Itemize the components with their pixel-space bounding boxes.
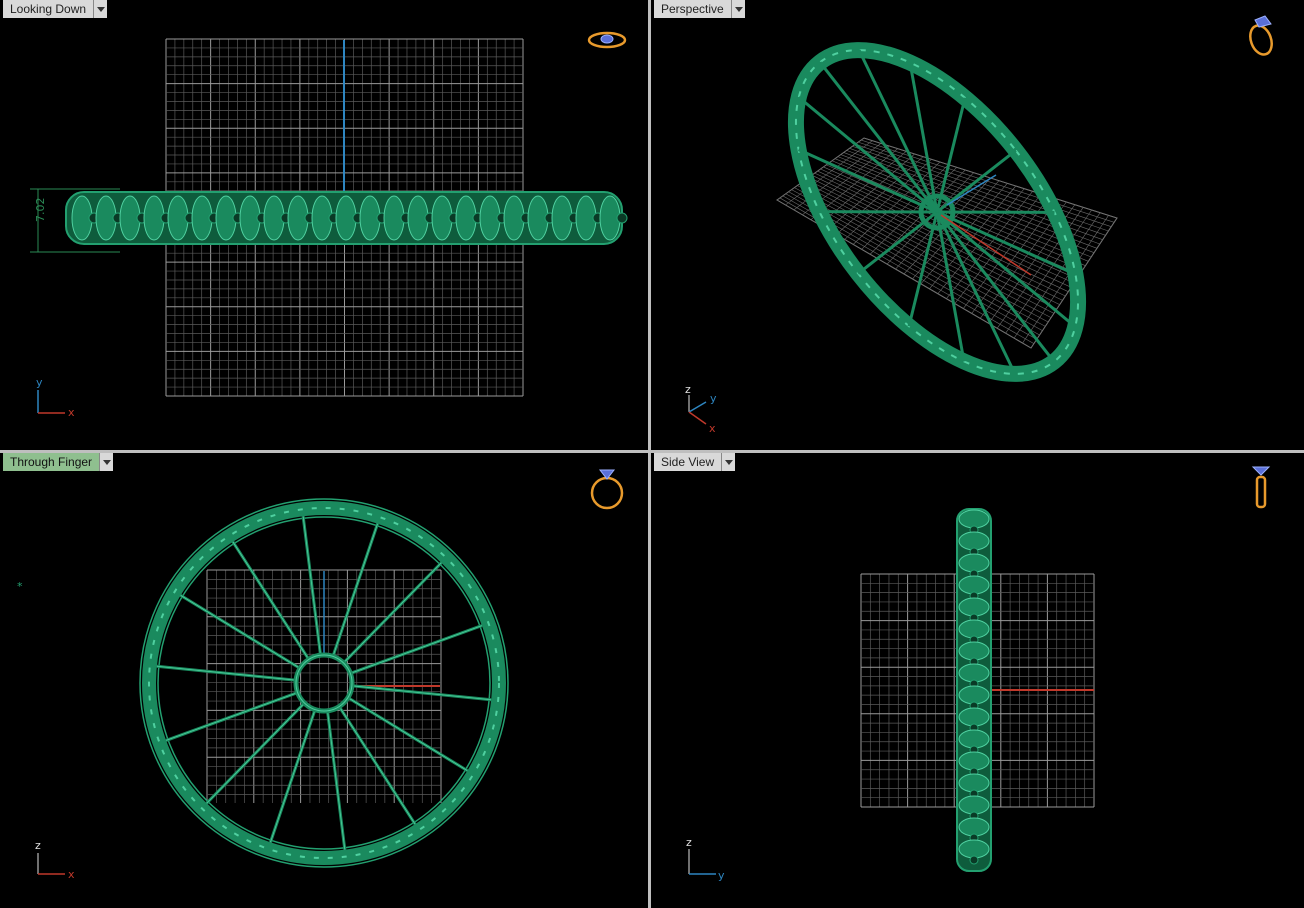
viewport-side-view-canvas[interactable]: z y [651,453,1304,908]
axis-label-y: y [710,392,717,405]
axis-gizmo: z y x [685,383,717,435]
viewport-tab-through-finger[interactable]: Through Finger [3,453,114,471]
viewport-label[interactable]: Side View [654,453,723,471]
ring-side-model [956,508,992,872]
viewport-menu-dropdown-icon[interactable] [722,453,736,471]
axis-gizmo: y x [36,376,75,419]
viewport-looking-down-canvas[interactable]: 7.02 y x [0,0,648,450]
viewport-tab-perspective[interactable]: Perspective [654,0,745,18]
ring-top-icon [587,31,627,49]
ring-band-top [65,191,628,245]
viewport-menu-dropdown-icon[interactable] [731,0,745,18]
dimension-label: 7.02 [34,198,47,223]
ring-front-model [139,498,509,868]
viewport-label[interactable]: Looking Down [3,0,95,18]
viewport-side-view[interactable]: z y Side View [651,453,1304,908]
viewport-menu-dropdown-icon[interactable] [100,453,114,471]
viewport-tab-looking-down[interactable]: Looking Down [3,0,108,18]
axis-label-z: z [686,836,692,849]
ring-side-icon [1251,466,1271,509]
axis-gizmo: z y [686,836,725,882]
axis-label-x: x [68,868,75,881]
viewport-tab-side-view[interactable]: Side View [654,453,736,471]
axis-label-y: y [36,376,43,389]
viewport-perspective-canvas[interactable]: z y x [651,0,1304,450]
viewport-perspective[interactable]: z y x Perspective [651,0,1304,450]
viewport-label[interactable]: Through Finger [3,453,101,471]
viewport-label[interactable]: Perspective [654,0,732,18]
axis-label-x: x [709,422,716,435]
viewport-through-finger[interactable]: * z x Through Finger [0,453,648,908]
axis-gizmo: z x [35,839,75,881]
ring-perspective-icon [1249,15,1273,56]
origin-marker-icon: * [17,580,23,593]
axis-label-y: y [718,869,725,882]
viewport-divider-vertical[interactable] [648,0,651,908]
axis-label-z: z [685,383,691,396]
ring-perspective-model [787,42,1087,382]
viewport-divider-horizontal[interactable] [0,450,1304,453]
ring-front-icon [590,469,624,510]
viewport-menu-dropdown-icon[interactable] [94,0,108,18]
axis-label-x: x [68,406,75,419]
axis-label-z: z [35,839,41,852]
viewport-through-finger-canvas[interactable]: * z x [0,453,648,908]
viewport-looking-down[interactable]: 7.02 y x Looking Down [0,0,648,450]
